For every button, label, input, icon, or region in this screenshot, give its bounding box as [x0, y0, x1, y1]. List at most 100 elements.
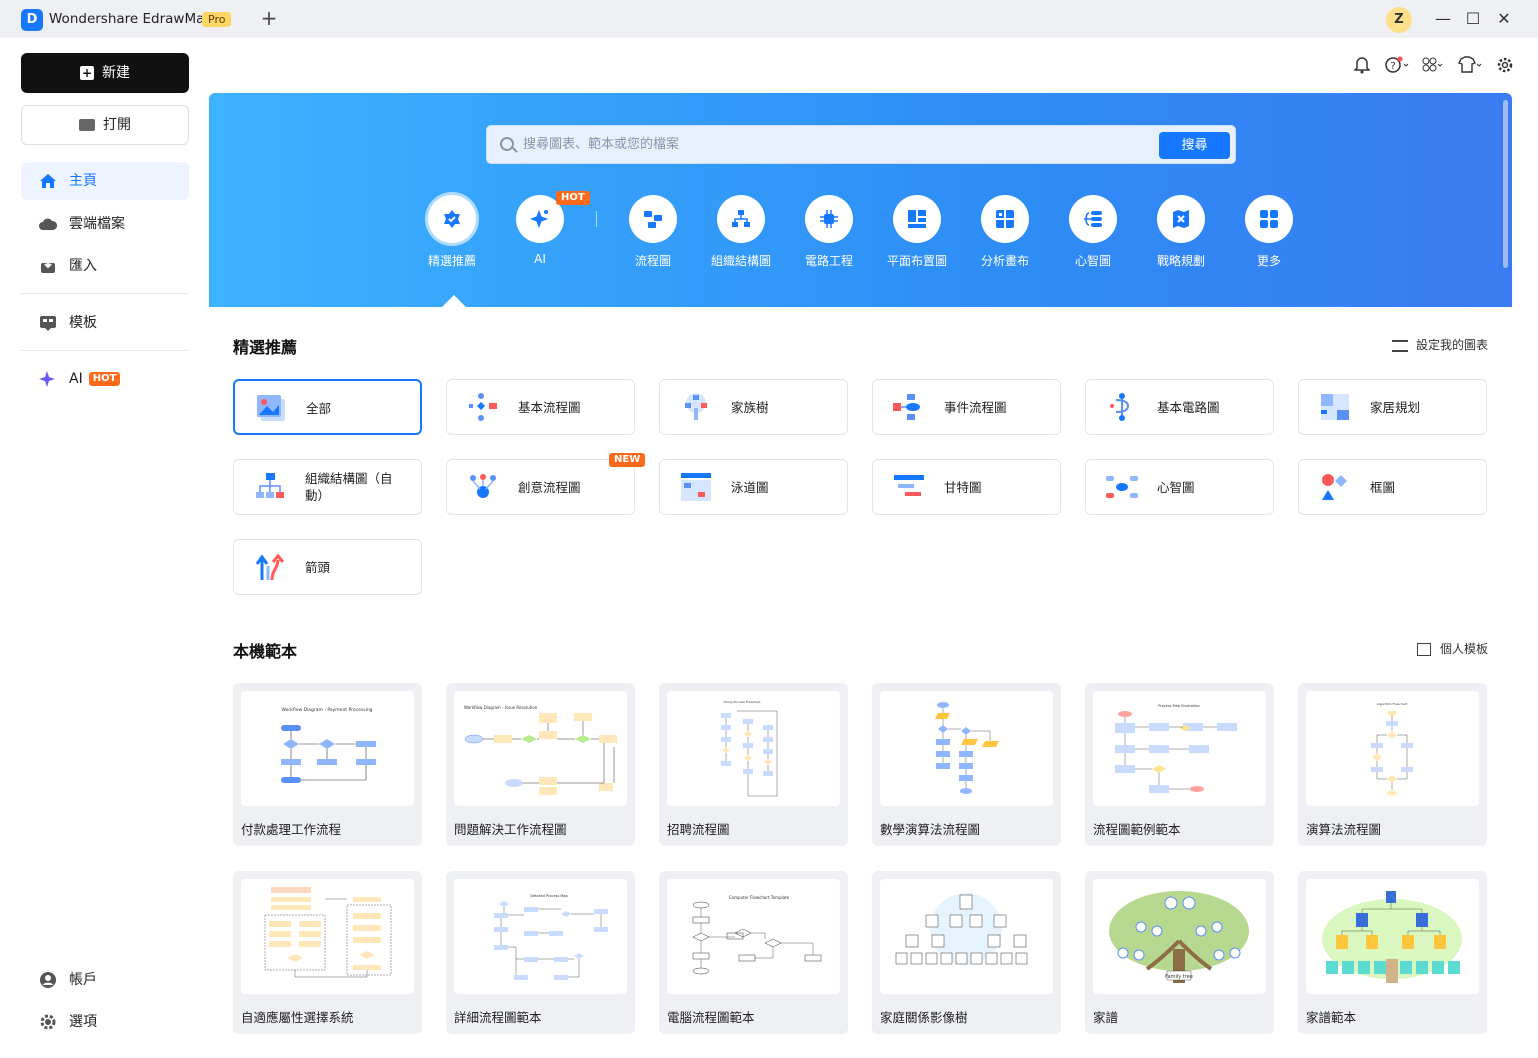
template-card-family-photo-tree[interactable]: 家庭關係影像樹	[872, 871, 1061, 1034]
sidebar-item-import[interactable]: 匯入	[21, 247, 189, 285]
template-card-label: 家庭關係影像樹	[880, 1010, 968, 1025]
category-org-chart[interactable]: 組織結構圖	[696, 195, 786, 269]
template-card-label: 演算法流程圖	[1306, 822, 1382, 837]
minimize-button[interactable]: —	[1432, 8, 1454, 30]
template-thumbnail: Computer Flowchart Template	[667, 879, 840, 994]
category-floor-plan[interactable]: 平面布置圖	[872, 195, 962, 269]
org-chart-icon	[732, 210, 750, 227]
tile-basic-circuit[interactable]: 基本電路圖	[1085, 379, 1274, 435]
template-card-detailed-process[interactable]: Detailed Process Map 詳細流程圖範本	[446, 871, 635, 1034]
thumb-title: Workflow Diagram - Issue Resolution	[464, 705, 538, 710]
tile-mind-map[interactable]: 心智圖	[1085, 459, 1274, 515]
thumb-title: Hiring Process Flowchart	[724, 700, 762, 704]
import-icon	[41, 259, 55, 273]
category-featured[interactable]: 精選推薦	[407, 195, 497, 269]
floor-plan-icon	[1321, 394, 1349, 420]
tile-event-flowchart[interactable]: 事件流程圖	[872, 379, 1061, 435]
layout-icon	[1417, 643, 1431, 656]
tile-family-tree[interactable]: 家族樹	[659, 379, 848, 435]
event-flowchart-icon	[893, 394, 920, 420]
sidebar-item-templates[interactable]: 模板	[21, 304, 189, 342]
tile-basic-flowchart[interactable]: 基本流程圖	[446, 379, 635, 435]
category-strategy[interactable]: 戰略規劃	[1136, 195, 1226, 269]
tile-swimlane[interactable]: 泳道圖	[659, 459, 848, 515]
tile-org-chart-auto[interactable]: 組織結構圖（自動）	[233, 459, 422, 515]
template-thumbnail: Process Map Illustration	[1093, 691, 1266, 806]
template-card-algorithm[interactable]: Algorithm Flowchart 演算法流程圖	[1298, 683, 1487, 846]
template-card-process-map[interactable]: Process Map Illustration 流程圖範例範本	[1085, 683, 1274, 846]
search-button[interactable]: 搜尋	[1159, 132, 1230, 159]
sidebar-item-home[interactable]: 主頁	[21, 162, 189, 200]
template-card-family-tree[interactable]: Family tree 家譜	[1085, 871, 1274, 1034]
hot-badge: HOT	[556, 191, 590, 205]
tile-creative-flowchart[interactable]: 創意流程圖	[446, 459, 635, 515]
personal-templates-link[interactable]: 個人模板	[1417, 640, 1488, 657]
theme-shirt-icon[interactable]	[1457, 56, 1483, 74]
circuit-icon	[820, 210, 838, 228]
svg-text:?: ?	[1390, 61, 1395, 72]
template-card-label: 付款處理工作流程	[241, 822, 342, 837]
set-my-diagrams-link[interactable]: 設定我的圖表	[1392, 336, 1488, 353]
open-button-label: 打開	[103, 117, 131, 133]
sidebar-item-account[interactable]: 帳戶	[21, 961, 189, 999]
category-label: 心智圖	[1074, 254, 1111, 268]
tile-label: 心智圖	[1157, 479, 1195, 495]
tile-label: 全部	[306, 400, 332, 416]
template-card-label: 數學演算法流程圖	[880, 822, 981, 837]
sidebar-item-options[interactable]: 選項	[21, 1003, 189, 1041]
title-bar: D Wondershare EdrawMax Pro + Z — ☐ ✕	[0, 0, 1538, 38]
featured-section-title: 精選推薦	[233, 338, 298, 357]
apps-icon[interactable]	[1422, 56, 1444, 74]
category-separator	[596, 211, 597, 227]
template-card-payment-workflow[interactable]: Workflow Diagram - Payment Processing 付款…	[233, 683, 422, 846]
template-card-adaptive-attribute[interactable]: 自適應屬性選擇系統	[233, 871, 422, 1034]
sidebar-item-label: 雲端檔案	[69, 216, 125, 232]
tile-gantt[interactable]: 甘特圖	[872, 459, 1061, 515]
category-more[interactable]: 更多	[1224, 195, 1314, 269]
tile-label: 家居規划	[1370, 399, 1421, 415]
hero-scrollbar[interactable]	[1503, 100, 1508, 268]
template-card-computer-flowchart[interactable]: Computer Flowchart Template 電腦流程圖範本	[659, 871, 848, 1034]
template-thumbnail: Algorithm Flowchart	[1306, 691, 1479, 806]
category-ai[interactable]: AI	[495, 195, 585, 266]
template-card-family-tree-template[interactable]: 家譜範本	[1298, 871, 1487, 1034]
new-tab-button[interactable]: +	[258, 6, 280, 30]
search-bar: 搜尋	[486, 125, 1236, 164]
new-button[interactable]: + 新建	[21, 53, 189, 93]
maximize-button[interactable]: ☐	[1462, 8, 1484, 30]
arrows-icon	[255, 553, 285, 581]
template-thumbnail	[1306, 879, 1479, 994]
category-circuit[interactable]: 電路工程	[784, 195, 874, 269]
tile-label: 基本電路圖	[1157, 399, 1220, 415]
sidebar-item-label: 帳戶	[69, 972, 97, 988]
category-analysis-canvas[interactable]: 分析畫布	[960, 195, 1050, 269]
pro-badge: Pro	[202, 12, 232, 27]
template-card-issue-resolution[interactable]: Workflow Diagram - Issue Resolution 問題解決…	[446, 683, 635, 846]
tile-label: 泳道圖	[731, 479, 769, 495]
settings-icon[interactable]	[1496, 56, 1514, 74]
tile-all[interactable]: 全部	[233, 379, 422, 435]
tile-block-diagram[interactable]: 框圖	[1298, 459, 1487, 515]
help-icon[interactable]: ?	[1385, 56, 1411, 74]
thumb-title: Process Map Illustration	[1158, 704, 1200, 708]
open-button[interactable]: 打開	[21, 105, 189, 145]
tile-home-plan[interactable]: 家居規划	[1298, 379, 1487, 435]
sidebar-item-label: 選項	[69, 1014, 97, 1030]
sidebar-item-cloud[interactable]: 雲端檔案	[21, 205, 189, 243]
category-mind-map[interactable]: 心智圖	[1048, 195, 1138, 269]
notification-bell-icon[interactable]	[1354, 56, 1370, 74]
template-card-label: 家譜範本	[1306, 1010, 1357, 1025]
tile-label: 家族樹	[731, 399, 769, 415]
template-thumbnail	[880, 879, 1053, 994]
user-avatar[interactable]: Z	[1386, 7, 1412, 33]
sidebar-item-ai[interactable]: AI HOT	[21, 360, 189, 398]
search-input[interactable]	[523, 126, 1143, 163]
tile-arrows[interactable]: 箭頭	[233, 539, 422, 595]
new-badge: NEW	[609, 453, 646, 467]
tile-label: 甘特圖	[944, 479, 982, 495]
close-button[interactable]: ✕	[1493, 8, 1515, 30]
template-card-hiring[interactable]: Hiring Process Flowchart 招聘流程圖	[659, 683, 848, 846]
category-flowchart[interactable]: 流程圖	[608, 195, 698, 269]
template-card-math-algorithm[interactable]: 數學演算法流程圖	[872, 683, 1061, 846]
app-title: Wondershare EdrawMax	[49, 11, 213, 27]
